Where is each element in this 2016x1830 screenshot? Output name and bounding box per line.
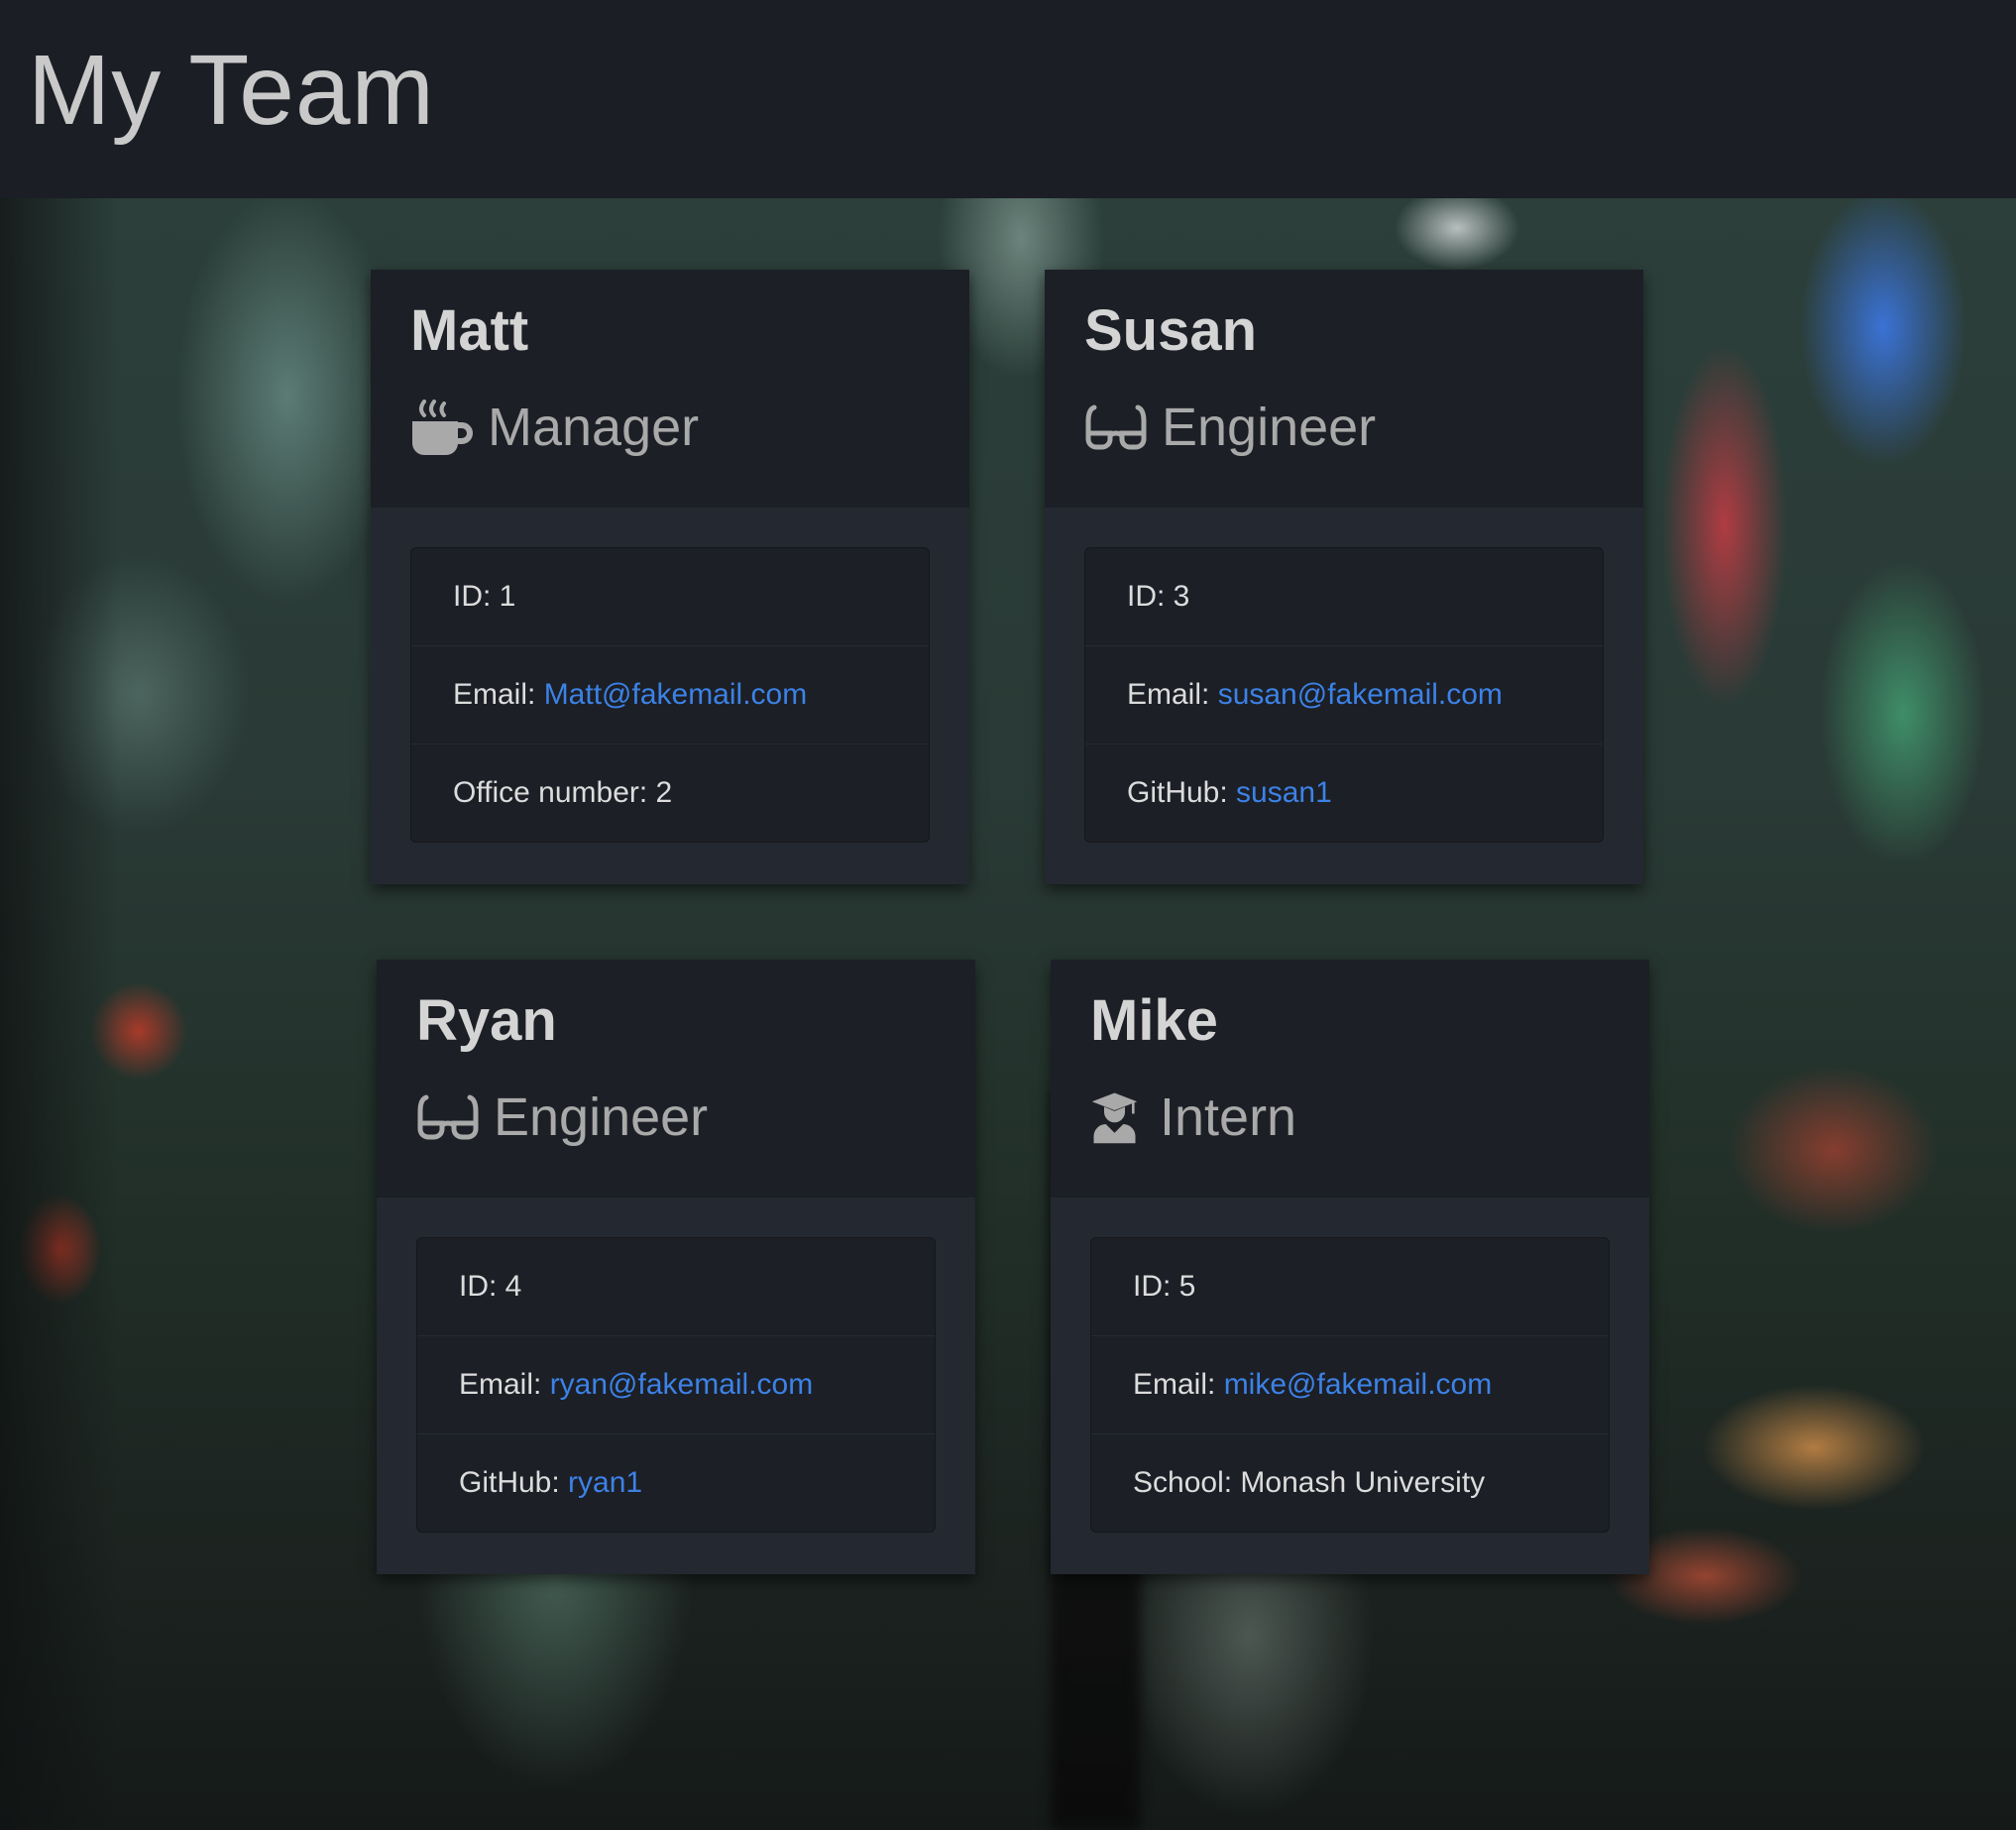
- role-label: Intern: [1160, 1087, 1297, 1147]
- github-row: GitHub: susan1: [1127, 776, 1332, 809]
- role-label: Manager: [488, 398, 700, 457]
- employee-name: Susan: [1084, 298, 1258, 363]
- card-header: Susan Engineer: [1045, 270, 1643, 508]
- page: My Team Matt Manager ID: 1 Email: Matt@f…: [0, 0, 2016, 1830]
- id-row: ID: 4: [417, 1238, 935, 1336]
- card-header: Matt Manager: [371, 270, 969, 508]
- email-row: Email: ryan@fakemail.com: [417, 1336, 935, 1434]
- glasses-icon: [417, 1094, 479, 1140]
- info-list: ID: 4 Email: ryan@fakemail.com GitHub: r…: [416, 1237, 936, 1533]
- employee-id: 3: [1173, 580, 1190, 613]
- email-row: Email: susan@fakemail.com: [1085, 646, 1603, 744]
- employee-name: Mike: [1090, 988, 1218, 1053]
- email-link[interactable]: ryan@fakemail.com: [550, 1368, 814, 1401]
- employee-card: Susan Engineer ID: 3 Email: susan@fakema…: [1045, 270, 1643, 884]
- id-row: ID: 5: [1091, 1238, 1609, 1336]
- graduate-icon: [1091, 1092, 1138, 1144]
- github-link[interactable]: susan1: [1236, 776, 1332, 809]
- employee-id: 5: [1178, 1270, 1196, 1303]
- card-body: ID: 4 Email: ryan@fakemail.com GitHub: r…: [377, 1198, 975, 1574]
- id-row: ID: 3: [1085, 548, 1603, 646]
- info-list: ID: 1 Email: Matt@fakemail.com Office nu…: [410, 547, 930, 843]
- card-body: ID: 1 Email: Matt@fakemail.com Office nu…: [371, 508, 969, 884]
- id-row: ID: 1: [411, 548, 929, 646]
- office-number-row: Office number: 2: [453, 776, 673, 809]
- role-label: Engineer: [1162, 398, 1377, 457]
- background-image: [0, 198, 2016, 1830]
- card-header: Ryan Engineer: [377, 960, 975, 1198]
- page-title: My Team: [28, 35, 435, 146]
- github-row: GitHub: ryan1: [459, 1466, 643, 1499]
- glasses-icon: [1085, 404, 1147, 450]
- email-link[interactable]: Matt@fakemail.com: [544, 678, 808, 711]
- card-body: ID: 5 Email: mike@fakemail.com School: M…: [1051, 1198, 1649, 1574]
- school-row: School: Monash University: [1133, 1466, 1486, 1499]
- page-header: My Team: [0, 0, 2016, 198]
- github-link[interactable]: ryan1: [568, 1466, 642, 1499]
- employee-role: Engineer: [416, 1085, 708, 1150]
- role-label: Engineer: [494, 1087, 709, 1147]
- employee-role: Manager: [410, 395, 699, 460]
- employee-role: Engineer: [1084, 395, 1376, 460]
- employee-card: Mike Intern ID: 5 Email: mike@fakemail.c…: [1051, 960, 1649, 1574]
- employee-id: 4: [504, 1270, 522, 1303]
- school-name: Monash University: [1240, 1466, 1486, 1499]
- info-list: ID: 3 Email: susan@fakemail.com GitHub: …: [1084, 547, 1604, 843]
- email-link[interactable]: susan@fakemail.com: [1218, 678, 1503, 711]
- employee-name: Matt: [410, 298, 529, 363]
- email-row: Email: mike@fakemail.com: [1091, 1336, 1609, 1434]
- employee-role: Intern: [1090, 1085, 1296, 1150]
- office-number: 2: [655, 776, 673, 809]
- email-link[interactable]: mike@fakemail.com: [1224, 1368, 1493, 1401]
- info-list: ID: 5 Email: mike@fakemail.com School: M…: [1090, 1237, 1610, 1533]
- employee-card: Ryan Engineer ID: 4 Email: ryan@fakemail…: [377, 960, 975, 1574]
- employee-name: Ryan: [416, 988, 557, 1053]
- email-row: Email: Matt@fakemail.com: [411, 646, 929, 744]
- card-header: Mike Intern: [1051, 960, 1649, 1198]
- card-body: ID: 3 Email: susan@fakemail.com GitHub: …: [1045, 508, 1643, 884]
- employee-card: Matt Manager ID: 1 Email: Matt@fakemail.…: [371, 270, 969, 884]
- employee-id: 1: [499, 580, 516, 613]
- mug-hot-icon: [412, 400, 473, 455]
